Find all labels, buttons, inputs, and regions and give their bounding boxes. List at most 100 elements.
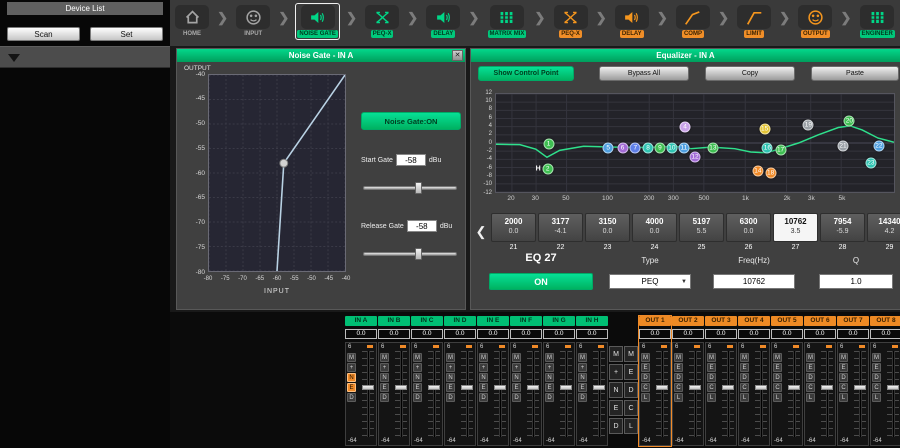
channel-gain-value[interactable]: 0.0 [705,329,737,339]
eq-point-7[interactable]: 7 [630,143,641,154]
channel-label[interactable]: IN C [411,316,443,326]
channel-label[interactable]: IN E [477,316,509,326]
eq-band-box-21[interactable]: 20000.0 [491,213,536,242]
channel-btn-m[interactable]: M [740,353,749,362]
eq-band-box-23[interactable]: 31500.0 [585,213,630,242]
channel-btn-d[interactable]: D [806,373,815,382]
channel-btn-m[interactable]: M [872,353,881,362]
channel-btn-m[interactable]: M [674,353,683,362]
eq-band-box-28[interactable]: 7954-5.9 [820,213,865,242]
eq-point-5[interactable]: 5 [603,143,614,154]
toolbar-item-peq-x-3[interactable]: PEQ-X [363,3,401,40]
eq-point-6[interactable]: 6 [617,143,628,154]
link-btn-c[interactable]: C [624,400,638,416]
eq-point-1[interactable]: 1 [543,139,554,150]
channel-label[interactable]: IN F [510,316,542,326]
channel-btn-plus[interactable]: + [413,363,422,372]
eq-point-22[interactable]: 22 [873,141,884,152]
channel-btn-m[interactable]: M [806,353,815,362]
channel-btn-d[interactable]: D [347,393,356,402]
channel-btn-c[interactable]: C [707,383,716,392]
channel-label[interactable]: OUT 5 [771,316,803,326]
eq-point-4[interactable]: 4 [680,122,691,133]
link-btn-e[interactable]: E [624,364,638,380]
channel-btn-l[interactable]: L [641,393,650,402]
scan-button[interactable]: Scan [7,27,80,41]
fader-handle[interactable] [362,385,374,390]
channel-btn-n[interactable]: N [479,373,488,382]
channel-btn-c[interactable]: C [674,383,683,392]
slider-thumb[interactable] [415,182,422,194]
fader-track[interactable] [527,351,539,437]
fader-handle[interactable] [821,385,833,390]
fader-track[interactable] [494,351,506,437]
channel-btn-plus[interactable]: + [380,363,389,372]
toolbar-item-delay-4[interactable]: DELAY [424,3,462,40]
channel-btn-d[interactable]: D [545,393,554,402]
channel-btn-e[interactable]: E [380,383,389,392]
channel-btn-e[interactable]: E [806,363,815,372]
channel-btn-d[interactable]: D [872,373,881,382]
fader-handle[interactable] [755,385,767,390]
channel-gain-value[interactable]: 0.0 [477,329,509,339]
toolbar-item-engineer-11[interactable]: ENGINEER [858,3,897,40]
fader-track[interactable] [593,351,605,437]
channel-btn-e[interactable]: E [872,363,881,372]
fader-track[interactable] [362,351,374,437]
channel-gain-value[interactable]: 0.0 [771,329,803,339]
channel-btn-d[interactable]: D [740,373,749,382]
link-btn-e[interactable]: E [609,400,623,416]
channel-btn-plus[interactable]: + [578,363,587,372]
slider-thumb[interactable] [415,248,422,260]
channel-btn-l[interactable]: L [839,393,848,402]
fader-track[interactable] [755,351,767,437]
channel-btn-m[interactable]: M [380,353,389,362]
slider-track[interactable] [363,186,457,190]
fader-track[interactable] [722,351,734,437]
eq-point-15[interactable]: 15 [759,124,770,135]
channel-btn-e[interactable]: E [740,363,749,372]
toolbar-item-output-10[interactable]: OUTPUT [796,3,834,40]
channel-btn-m[interactable]: M [347,353,356,362]
channel-btn-d[interactable]: D [707,373,716,382]
eq-point-18[interactable]: 18 [765,168,776,179]
channel-btn-e[interactable]: E [839,363,848,372]
channel-btn-n[interactable]: N [347,373,356,382]
channel-btn-c[interactable]: C [872,383,881,392]
release-gate-value[interactable]: -58 [407,220,437,232]
eq-point-12[interactable]: 12 [690,151,701,162]
channel-btn-e[interactable]: E [707,363,716,372]
channel-label[interactable]: OUT 4 [738,316,770,326]
fader-handle[interactable] [854,385,866,390]
start-gate-value[interactable]: -58 [396,154,426,166]
copy-button[interactable]: Copy [705,66,795,81]
eq-point-16[interactable]: 16 [762,143,773,154]
channel-btn-l[interactable]: L [773,393,782,402]
toolbar-item-input-1[interactable]: INPUT [234,3,272,40]
link-btn-m[interactable]: M [609,346,623,362]
start-gate-slider[interactable] [363,182,457,194]
eq-plot[interactable]: 1H25678910111213414151617181920212223 [495,93,895,193]
channel-label[interactable]: IN A [345,316,377,326]
channel-label[interactable]: OUT 2 [672,316,704,326]
link-btn-m[interactable]: M [624,346,638,362]
show-control-point-button[interactable]: Show Control Point [478,66,574,81]
channel-gain-value[interactable]: 0.0 [639,329,671,339]
link-btn-d[interactable]: D [624,382,638,398]
channel-btn-n[interactable]: N [413,373,422,382]
q-field[interactable]: 1.0 [819,274,893,289]
slider-track[interactable] [363,252,457,256]
toolbar-item-matrix-mix-5[interactable]: MATRIX MIX [486,3,529,40]
fader-track[interactable] [788,351,800,437]
gate-plot[interactable] [208,74,346,272]
channel-btn-l[interactable]: L [707,393,716,402]
eq-band-box-27[interactable]: 107623.5 [773,213,818,242]
eq-point-20[interactable]: 20 [844,116,855,127]
channel-label[interactable]: IN H [576,316,608,326]
channel-btn-c[interactable]: C [641,383,650,392]
eq-point-10[interactable]: 10 [666,143,677,154]
eq-band-box-26[interactable]: 63000.0 [726,213,771,242]
channel-btn-e[interactable]: E [512,383,521,392]
channel-btn-n[interactable]: N [446,373,455,382]
channel-label[interactable]: OUT 1 [639,316,671,326]
